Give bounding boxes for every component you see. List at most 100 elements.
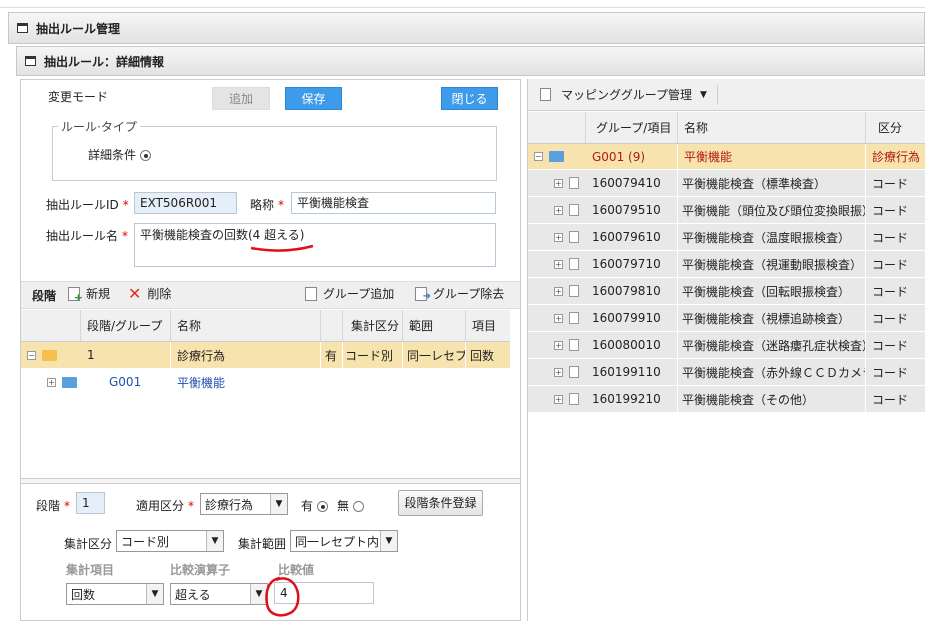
apply-label: 適用区分 * xyxy=(136,499,195,513)
stage-col-item: 項目 xyxy=(472,319,497,333)
mapping-row-tree: + xyxy=(528,332,586,358)
document-icon xyxy=(569,312,579,324)
expand-icon[interactable]: + xyxy=(554,232,563,242)
save-button[interactable]: 保存 xyxy=(285,87,342,110)
document-icon xyxy=(569,258,579,270)
stage-group-row[interactable]: + G001 平衡機能 xyxy=(21,369,510,396)
collapse-icon[interactable]: − xyxy=(534,152,543,161)
stage-col-range: 範囲 xyxy=(403,310,466,341)
mapping-col-blank xyxy=(528,112,586,143)
top-strip xyxy=(0,0,925,8)
mapping-row-kind: コード xyxy=(872,392,909,407)
mapping-row-code: 160080010 xyxy=(586,332,678,358)
expand-icon[interactable]: + xyxy=(554,367,563,377)
apply-select[interactable]: 診療行為 ▼ xyxy=(200,493,288,515)
group-remove-label: グループ除去 xyxy=(433,287,505,301)
expand-icon[interactable]: + xyxy=(554,394,563,404)
stage-row-range: 同一レセプト xyxy=(403,342,466,368)
mapping-row-count: (9) xyxy=(628,149,646,164)
group-add-icon xyxy=(305,286,317,301)
add-button[interactable]: 追加 xyxy=(212,87,270,110)
expand-icon[interactable]: + xyxy=(554,313,563,323)
mapping-row-tree: + xyxy=(528,305,586,331)
group-row-name: 平衡機能 xyxy=(177,375,226,390)
short-name-label-text: 略称 xyxy=(250,198,275,212)
yes-radio[interactable] xyxy=(317,501,329,512)
register-button[interactable]: 段階条件登録 xyxy=(398,490,483,516)
mapping-row[interactable]: +160079510 平衡機能（頭位及び頭位変換眼振） コード xyxy=(528,197,925,224)
mapping-toolbar[interactable]: マッピンググループ管理 ▼ xyxy=(528,79,925,111)
stage-row-item: 回数 xyxy=(470,348,495,363)
stage-row-stage: 1 xyxy=(81,342,171,368)
mapping-col-kind: 区分 xyxy=(878,121,903,135)
chevron-down-icon: ▼ xyxy=(270,494,287,514)
group-remove-button[interactable]: ➜ グループ除去 xyxy=(415,285,504,302)
no-radio[interactable] xyxy=(353,501,365,512)
rule-type-option-label: 詳細条件 xyxy=(88,148,137,162)
form-stage-label-text: 段階 xyxy=(36,499,61,513)
mapping-row[interactable]: +160079910 平衡機能検査（視標追跡検査） コード xyxy=(528,305,925,332)
document-icon xyxy=(569,231,579,243)
mapping-row-kind: コード xyxy=(872,311,909,326)
mapping-col-name: 名称 xyxy=(678,112,866,143)
document-icon xyxy=(569,285,579,297)
mapping-row[interactable]: − G001 (9) 平衡機能 診療行為 xyxy=(528,144,925,170)
mapping-row[interactable]: +160079710 平衡機能検査（視運動眼振検査） コード xyxy=(528,251,925,278)
expand-icon[interactable]: + xyxy=(47,377,56,387)
range-select[interactable]: 同一レセプト内 ▼ xyxy=(290,530,398,552)
document-icon xyxy=(569,204,579,216)
stage-col-blank xyxy=(21,310,81,341)
no-option[interactable]: 無 xyxy=(337,497,365,514)
rule-name-label-text: 抽出ルール名 xyxy=(46,229,119,243)
mapping-row-code: 160079410 xyxy=(586,170,678,196)
mapping-row[interactable]: +160080010 平衡機能検査（迷路瘻孔症状検査） コード xyxy=(528,332,925,359)
group-row-code: G001 xyxy=(109,375,142,389)
document-icon xyxy=(569,177,579,189)
new-button[interactable]: + 新規 xyxy=(68,285,111,303)
expand-icon[interactable]: + xyxy=(554,205,563,215)
op-select[interactable]: 超える ▼ xyxy=(170,583,268,605)
dropdown-arrow-icon: ▼ xyxy=(700,89,707,100)
mapping-row-name: 平衡機能検査（赤外線ＣＣＤカメラ等 xyxy=(678,359,866,385)
collapse-icon[interactable]: − xyxy=(27,350,36,360)
agg-select[interactable]: コード別 ▼ xyxy=(116,530,224,552)
mapping-row-code: 160079810 xyxy=(586,278,678,304)
mapping-row-tree: + xyxy=(528,359,586,385)
stage-row[interactable]: − 1 診療行為 有 コード別 同一レセプト 回数 xyxy=(21,342,510,369)
stage-grid-header: 段階/グループ 名称 集計区分 範囲 項目 xyxy=(21,310,510,342)
new-icon: + xyxy=(68,286,83,303)
expand-icon[interactable]: + xyxy=(554,259,563,269)
expand-icon[interactable]: + xyxy=(554,178,563,188)
rule-id-label: 抽出ルールID * xyxy=(46,198,129,212)
mapping-row-tree: + xyxy=(528,224,586,250)
mapping-row[interactable]: +160199210 平衡機能検査（その他） コード xyxy=(528,386,925,413)
mapping-row-tree: + xyxy=(528,251,586,277)
form-stage-label: 段階 * xyxy=(36,499,71,513)
mapping-row-kind: 診療行為 xyxy=(872,150,921,164)
item-select[interactable]: 回数 ▼ xyxy=(66,583,164,605)
mapping-row[interactable]: +160079810 平衡機能検査（回転眼振検査） コード xyxy=(528,278,925,305)
expand-icon[interactable]: + xyxy=(554,286,563,296)
short-name-input[interactable]: 平衡機能検査 xyxy=(291,192,496,214)
mapping-row-code: 160079710 xyxy=(586,251,678,277)
chevron-down-icon: ▼ xyxy=(206,531,223,551)
mapping-row-code: G001 (9) xyxy=(586,144,678,169)
expand-icon[interactable]: + xyxy=(554,340,563,350)
close-button[interactable]: 閉じる xyxy=(441,87,498,110)
document-icon xyxy=(569,339,579,351)
group-add-button[interactable]: グループ追加 xyxy=(305,285,394,302)
mapping-row[interactable]: +160079410 平衡機能検査（標準検査） コード xyxy=(528,170,925,197)
yes-option[interactable]: 有 xyxy=(301,497,329,514)
stage-col-stage: 段階/グループ xyxy=(81,310,171,341)
mapping-row[interactable]: +160079610 平衡機能検査（温度眼振検査） コード xyxy=(528,224,925,251)
rule-type-radio[interactable] xyxy=(140,150,152,161)
splitter[interactable] xyxy=(21,478,520,484)
mapping-row-name: 平衡機能（頭位及び頭位変換眼振） xyxy=(678,197,866,223)
mapping-row-tree: + xyxy=(528,386,586,412)
rule-type-option[interactable]: 詳細条件 xyxy=(88,146,152,163)
delete-label: 削除 xyxy=(147,287,172,301)
delete-button[interactable]: ✕ 削除 xyxy=(128,285,171,302)
mapping-row[interactable]: +160199110 平衡機能検査（赤外線ＣＣＤカメラ等 コード xyxy=(528,359,925,386)
new-label: 新規 xyxy=(86,287,111,301)
stage-row-agg: コード別 xyxy=(343,342,403,368)
